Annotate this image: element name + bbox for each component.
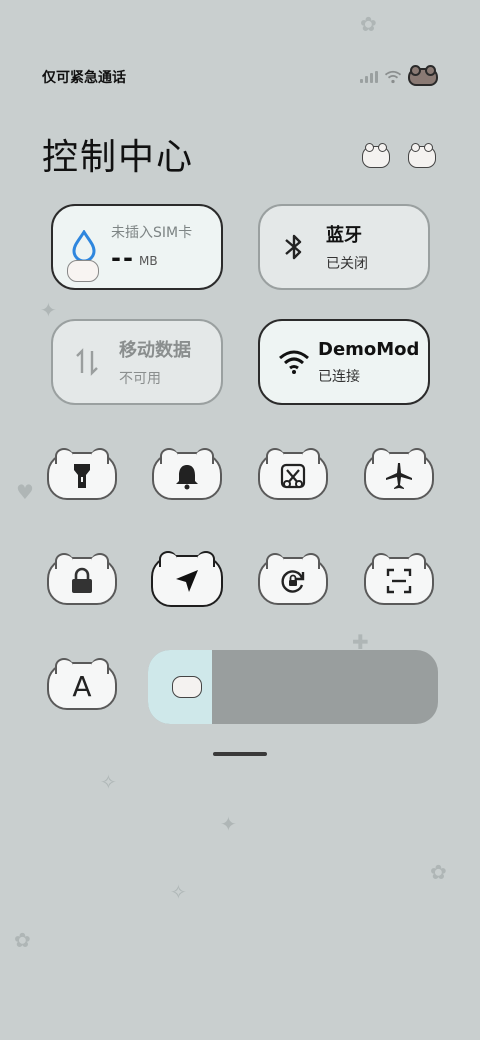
star-icon: ✧ [100, 770, 117, 794]
screenshot-toggle[interactable] [258, 448, 328, 500]
page-title: 控制中心 [42, 137, 195, 178]
letter-a-icon: A [72, 669, 92, 703]
heart-icon: ♥ [16, 480, 34, 504]
wifi-network-name: DemoMod [318, 338, 420, 360]
mute-toggle[interactable] [152, 448, 222, 500]
lock-icon [72, 567, 92, 593]
decor-cats [362, 143, 436, 168]
wifi-status: 已连接 [318, 368, 360, 385]
carrier-text: 仅可紧急通话 [42, 70, 126, 86]
paw-icon: ✿ [14, 928, 31, 952]
mobile-data-tile[interactable]: 移动数据 不可用 [51, 319, 223, 405]
mobile-data-status: 不可用 [119, 371, 161, 387]
mobile-data-title: 移动数据 [119, 340, 191, 361]
bluetooth-title: 蓝牙 [326, 225, 362, 246]
star-icon: ✦ [40, 298, 57, 322]
home-indicator[interactable] [213, 752, 267, 756]
bell-icon [176, 465, 198, 490]
status-bar: 仅可紧急通话 [42, 65, 438, 88]
flashlight-toggle[interactable] [47, 448, 117, 500]
data-usage-value: -- [111, 244, 135, 272]
scan-toggle[interactable] [364, 553, 434, 605]
water-drop-icon [72, 230, 96, 262]
paw-icon: ✿ [360, 12, 377, 36]
flashlight-icon [74, 464, 90, 488]
cat-face-icon [172, 676, 202, 698]
status-icons [360, 65, 438, 86]
data-arrows-icon [69, 344, 105, 380]
rotation-lock-icon [281, 570, 305, 593]
cat-battery-icon [408, 65, 438, 86]
wifi-icon [276, 344, 312, 380]
scan-icon [386, 568, 412, 594]
wifi-icon [384, 70, 402, 84]
paw-icon: ✿ [430, 860, 447, 884]
lock-screen-toggle[interactable] [47, 553, 117, 605]
font-size-toggle[interactable]: A [47, 658, 117, 710]
location-arrow-icon [176, 570, 198, 592]
auto-rotate-toggle[interactable] [258, 553, 328, 605]
location-toggle[interactable] [151, 551, 223, 607]
signal-icon [360, 71, 378, 83]
cat-face-icon [67, 260, 99, 282]
data-usage-unit: MB [139, 254, 158, 268]
sim-data-tile[interactable]: 未插入SIM卡 -- MB [51, 204, 223, 290]
star-icon: ✧ [170, 880, 187, 904]
bluetooth-icon [276, 229, 312, 265]
airplane-icon [386, 463, 412, 489]
brightness-slider[interactable] [148, 650, 438, 724]
bluetooth-status: 已关闭 [326, 256, 368, 272]
cat-face-icon [408, 143, 436, 168]
cat-face-icon [362, 143, 390, 168]
wifi-tile[interactable]: DemoMod 已连接 [258, 319, 430, 405]
bluetooth-tile[interactable]: 蓝牙 已关闭 [258, 204, 430, 290]
scissors-icon [280, 463, 306, 489]
airplane-mode-toggle[interactable] [364, 448, 434, 500]
sim-status-label: 未插入SIM卡 [111, 225, 193, 241]
star-icon: ✦ [220, 812, 237, 836]
